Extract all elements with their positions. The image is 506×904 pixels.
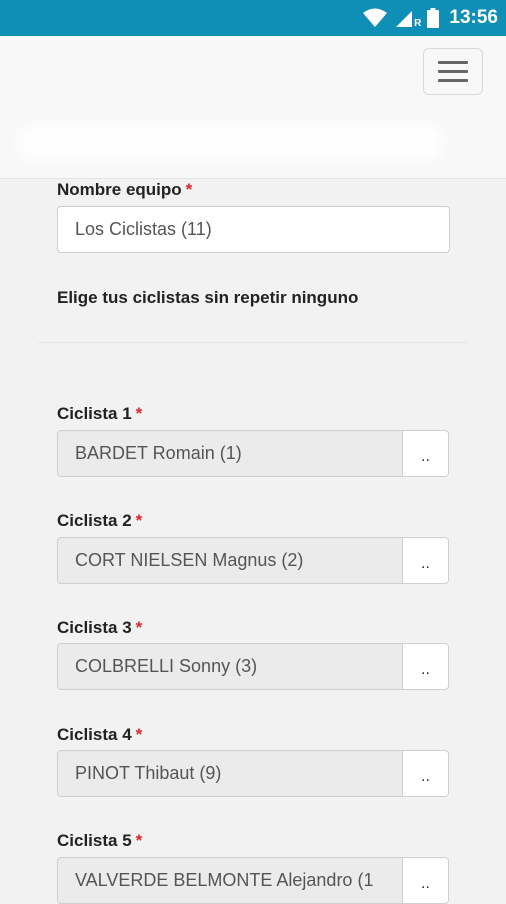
hamburger-menu-button[interactable] [423, 48, 483, 95]
required-mark: * [135, 831, 143, 850]
cyclist-3-picker: COLBRELLI Sonny (3) .. [57, 643, 449, 690]
cyclist-4-field[interactable]: PINOT Thibaut (9) [57, 750, 403, 797]
signal-icon [396, 11, 413, 27]
required-mark: * [135, 618, 143, 637]
cyclist-4-label: Ciclista 4 * [57, 725, 143, 744]
required-mark: * [185, 180, 193, 199]
cyclist-2-picker: CORT NIELSEN Magnus (2) .. [57, 537, 449, 584]
cyclist-1-picker: BARDET Romain (1) .. [57, 430, 449, 477]
required-mark: * [135, 725, 143, 744]
cyclist-2-select-button[interactable]: .. [403, 537, 449, 584]
app-header [0, 36, 506, 179]
battery-icon [427, 8, 440, 28]
cyclist-4-select-button[interactable]: .. [403, 750, 449, 797]
cyclist-5-label: Ciclista 5 * [57, 831, 143, 850]
cyclist-2-label: Ciclista 2 * [57, 511, 143, 530]
cyclist-3-field[interactable]: COLBRELLI Sonny (3) [57, 643, 403, 690]
wifi-icon [363, 8, 388, 27]
cyclist-1-label: Ciclista 1 * [57, 404, 143, 423]
required-mark: * [135, 511, 143, 530]
cyclist-3-label: Ciclista 3 * [57, 618, 143, 637]
cyclist-2-field[interactable]: CORT NIELSEN Magnus (2) [57, 537, 403, 584]
blurred-logo [18, 124, 443, 160]
cyclist-5-field[interactable]: VALVERDE BELMONTE Alejandro (1 [57, 857, 403, 904]
cyclist-5-select-button[interactable]: .. [403, 857, 449, 904]
menu-bar-icon [438, 70, 468, 73]
network-badge: R [414, 17, 422, 29]
cyclist-5-picker: VALVERDE BELMONTE Alejandro (1 .. [57, 857, 449, 904]
status-time: 13:56 [449, 7, 498, 28]
status-bar: R 13:56 [0, 0, 506, 36]
instruction-text: Elige tus ciclistas sin repetir ninguno [57, 288, 359, 307]
cyclist-1-select-button[interactable]: .. [403, 430, 449, 477]
divider [38, 342, 468, 343]
cyclist-3-select-button[interactable]: .. [403, 643, 449, 690]
menu-bar-icon [438, 61, 468, 64]
cyclist-1-field[interactable]: BARDET Romain (1) [57, 430, 403, 477]
team-name-input[interactable]: Los Ciclistas (11) [57, 206, 450, 253]
cyclist-4-picker: PINOT Thibaut (9) .. [57, 750, 449, 797]
required-mark: * [135, 404, 143, 423]
team-name-label: Nombre equipo * [57, 180, 193, 199]
menu-bar-icon [438, 79, 468, 82]
